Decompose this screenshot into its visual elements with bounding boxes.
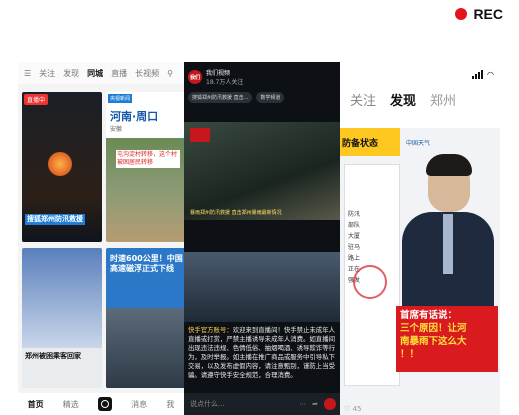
- nav-home[interactable]: 首页: [28, 399, 44, 410]
- more-icon[interactable]: ⋯: [299, 400, 306, 408]
- middle-phone-live-screen: 我们 我们视频 18.7万人关注 搜狐郑州防汛救援 直击... 数学频道 暴雨郑…: [184, 62, 342, 415]
- headline-box: 首席有话说： 三个原因！让河 南暴雨下这么大 ！！: [396, 306, 498, 372]
- road-video-frame: [184, 252, 342, 322]
- comment-bar: 说点什么... ⋯ ➦: [184, 393, 342, 415]
- left-phone-screen: ☰ 关注 发现 同城 直播 长视频 ⚲ 直播中 搜狐郑州防汛救援 央视新闻 河南…: [18, 62, 184, 415]
- card-title: 河南·周口: [110, 110, 159, 123]
- doc-line: 大厦: [348, 233, 361, 240]
- flame-light-icon: [48, 152, 72, 176]
- card-caption: 时速600公里！中国高速磁浮正式下线: [110, 254, 183, 273]
- doc-line: 驻马: [348, 244, 361, 251]
- signal-icon: [472, 69, 484, 79]
- menu-icon[interactable]: ☰: [24, 69, 31, 78]
- doc-line: 部队: [348, 222, 361, 229]
- tab-local[interactable]: 同城: [87, 68, 103, 79]
- doc-line: 防汛: [348, 211, 361, 218]
- account-name: 我们视频: [206, 70, 231, 77]
- card-caption: 郑州被困乘客回家: [25, 352, 81, 360]
- nav-featured[interactable]: 精选: [63, 399, 79, 410]
- wifi-icon: ◠: [487, 69, 494, 79]
- doc-line: 路上: [348, 255, 361, 262]
- followers-count: 18.7万人关注: [206, 79, 244, 86]
- feed-card[interactable]: 央视新闻 河南·周口 安徽 屯沟淀村转移，这个村被困居民转移: [106, 92, 184, 242]
- channel-logo-icon[interactable]: 我们: [188, 70, 202, 84]
- live-notice: 快手官方账号：欢迎来到直播间！快手禁止未成年人直播或打赏，严禁主播诱导未成年人消…: [188, 326, 338, 380]
- alert-banner: 防备状态: [340, 128, 400, 156]
- share-icon[interactable]: ➦: [312, 400, 318, 408]
- bottom-nav: 首页 精选 消息 我: [18, 393, 184, 415]
- tab-follow[interactable]: 关注: [39, 68, 55, 79]
- tab-live[interactable]: 直播: [111, 68, 127, 79]
- like-count[interactable]: ♡ 45: [344, 405, 361, 413]
- nav-messages[interactable]: 消息: [131, 399, 147, 410]
- weather-logo-label: 中国天气: [406, 140, 431, 147]
- search-icon[interactable]: ⚲: [167, 69, 173, 78]
- video-caption: 暴雨郑州防汛救援 直击郑州暴雨最新情况: [190, 210, 282, 216]
- recording-indicator: REC: [455, 6, 503, 22]
- document-overlay: 防汛 部队 大厦 驻马 路上 正在 强发: [344, 164, 400, 386]
- top-nav: ☰ 关注 发现 同城 直播 长视频 ⚲: [18, 62, 184, 84]
- card-thumbnail: [22, 248, 102, 348]
- camera-icon[interactable]: [97, 397, 112, 411]
- live-video[interactable]: 暴雨郑州防汛救援 直击郑州暴雨最新情况: [184, 122, 342, 220]
- feed-card[interactable]: 郑州被困乘客回家: [22, 248, 102, 388]
- tab-follow[interactable]: 关注: [350, 90, 376, 109]
- headline-line: 首席有话说：: [400, 310, 458, 321]
- feed-card[interactable]: 直播中 搜狐郑州防汛救援: [22, 92, 102, 242]
- headline-line: 南暴雨下这么大: [400, 336, 467, 347]
- status-bar: ◠: [340, 62, 500, 86]
- notice-lead: 快手官方账号：: [188, 326, 233, 334]
- card-sub: 安徽: [110, 126, 123, 133]
- live-badge: 直播中: [24, 94, 49, 105]
- record-dot-icon: [455, 8, 468, 20]
- like-number: 45: [352, 405, 362, 413]
- tab-discover[interactable]: 发现: [390, 90, 416, 109]
- top-tabs: 关注 发现 郑州: [340, 86, 500, 113]
- station-logo-icon: [190, 128, 210, 142]
- card-label: 屯沟淀村转移，这个村被困居民转移: [116, 150, 180, 168]
- tab-city[interactable]: 郑州: [430, 90, 456, 109]
- anchor-tie: [443, 214, 453, 274]
- app-screenshots-collage: ☰ 关注 发现 同城 直播 长视频 ⚲ 直播中 搜狐郑州防汛救援 央视新闻 河南…: [18, 62, 500, 415]
- anchor-hair: [426, 154, 472, 176]
- topic-tags: 搜狐郑州防汛救援 直击... 数学频道: [184, 92, 342, 103]
- headline-line: 三个原因！让河: [400, 323, 467, 334]
- video-card[interactable]: 防备状态 防汛 部队 大厦 驻马 路上 正在 强发 中国天气 首席有话说： 三个…: [340, 128, 500, 415]
- rec-label: REC: [473, 6, 503, 22]
- source-tag: 央视新闻: [108, 94, 133, 103]
- account-header: 我们 我们视频 18.7万人关注: [184, 62, 342, 92]
- feed-card[interactable]: 时速600公里！中国高速磁浮正式下线: [106, 248, 184, 388]
- train-thumbnail: [106, 308, 184, 388]
- topic-tag[interactable]: 搜狐郑州防汛救援 直击...: [188, 92, 253, 103]
- right-phone-screen: ◠ 关注 发现 郑州 防备状态 防汛 部队 大厦 驻马 路上 正在 强发 中国天…: [340, 62, 500, 415]
- stamp-icon: [353, 265, 387, 299]
- headline-tail: ！！: [400, 349, 420, 360]
- card-caption: 搜狐郑州防汛救援: [25, 214, 85, 225]
- nav-me[interactable]: 我: [166, 399, 174, 410]
- topic-tag[interactable]: 数学频道: [256, 92, 285, 103]
- tab-discover[interactable]: 发现: [63, 68, 79, 79]
- gift-icon[interactable]: [324, 398, 336, 410]
- comment-input[interactable]: 说点什么...: [190, 399, 293, 409]
- tab-long-video[interactable]: 长视频: [135, 68, 159, 79]
